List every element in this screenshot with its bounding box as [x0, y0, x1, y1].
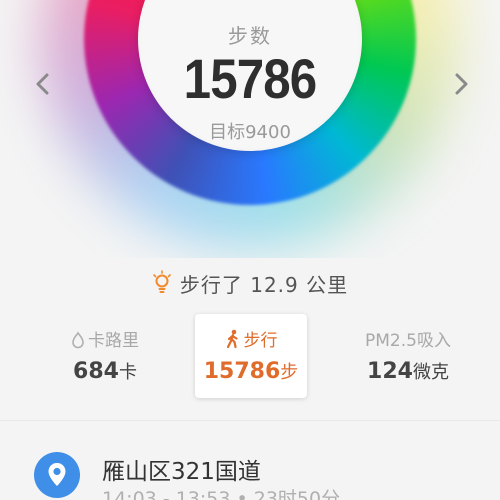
pm25-unit: 微克 — [412, 362, 449, 383]
walk-value-row: 15786步 — [195, 358, 307, 384]
timeline-time-range: 14:03 - 13:53 • 23时50分 — [102, 488, 341, 500]
pm25-label: PM2.5吸入 — [365, 331, 451, 351]
walk-stat-card[interactable]: 步行 15786步 — [195, 314, 307, 398]
steps-ring-area: 步数 15786 目标9400 — [0, 0, 500, 258]
calories-stat[interactable]: 卡路里 684卡 — [30, 314, 180, 398]
pm25-stat[interactable]: PM2.5吸入 124微克 — [333, 314, 483, 398]
walking-person-icon — [226, 329, 238, 349]
steps-value: 15786 — [183, 47, 318, 110]
location-pin-icon — [34, 452, 80, 498]
lightbulb-icon — [153, 270, 171, 293]
calories-label: 卡路里 — [88, 331, 139, 351]
chevron-left-icon[interactable] — [33, 72, 53, 96]
chevron-right-icon[interactable] — [451, 72, 471, 96]
timeline-location-title[interactable]: 雁山区321国道 — [102, 452, 261, 486]
calories-value-row: 684卡 — [30, 358, 180, 384]
calories-unit: 卡 — [118, 362, 137, 383]
pm25-value-row: 124微克 — [333, 358, 483, 384]
pm25-value: 124 — [367, 359, 413, 384]
walk-distance-text: 步行了 12.9 公里 — [179, 272, 349, 297]
walk-value: 15786 — [203, 359, 281, 384]
steps-goal: 目标9400 — [209, 122, 291, 143]
walk-unit: 步 — [280, 362, 299, 383]
calories-label-row: 卡路里 — [30, 326, 180, 351]
steps-title: 步数 — [228, 24, 272, 48]
calories-value: 684 — [73, 359, 119, 384]
section-divider — [0, 420, 500, 421]
walk-label: 步行 — [243, 331, 278, 351]
flame-icon — [72, 331, 84, 349]
walk-distance-summary: 步行了 12.9 公里 — [0, 268, 500, 298]
activity-screen: 步数 15786 目标9400 步行了 12.9 公里 卡路里 684卡 步行 … — [0, 0, 500, 500]
walk-label-row: 步行 — [195, 326, 307, 351]
